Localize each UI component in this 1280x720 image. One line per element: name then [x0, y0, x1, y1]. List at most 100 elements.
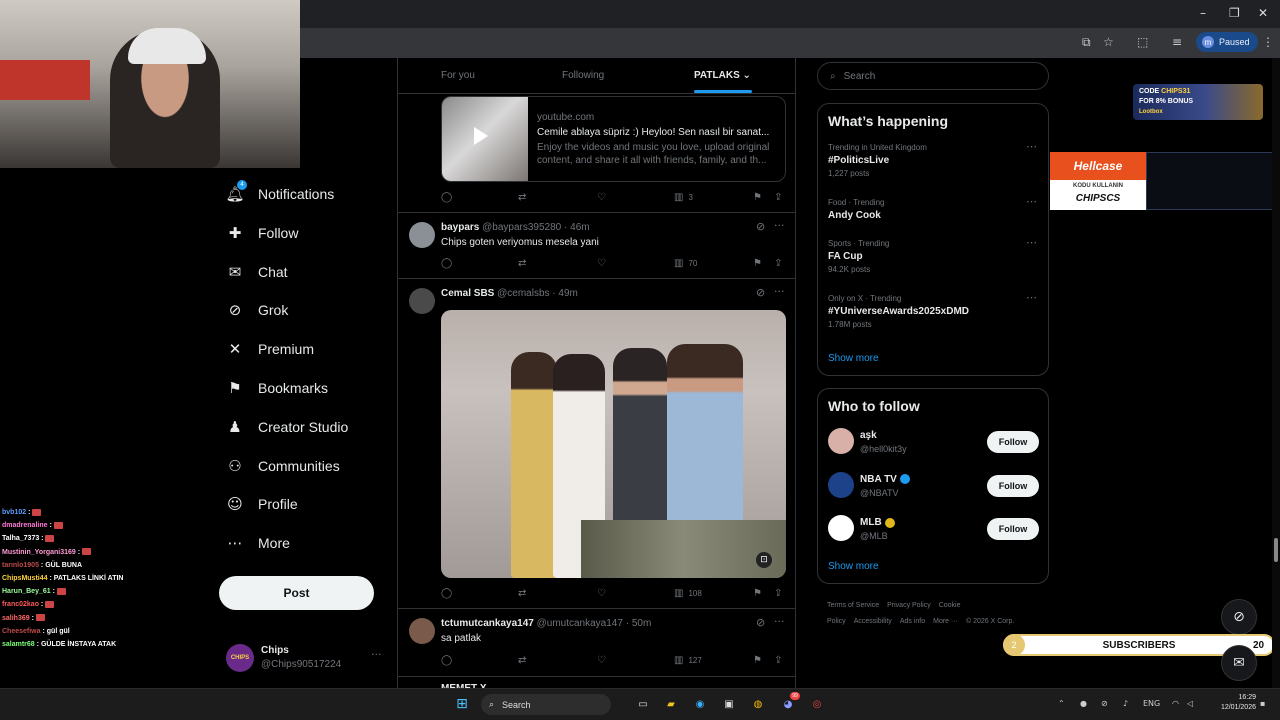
star-icon[interactable]: ☆ — [1103, 35, 1114, 49]
more-icon[interactable]: ⋯ — [1026, 236, 1037, 249]
nav-item-profile[interactable]: ☺ Profile — [226, 489, 298, 519]
bookmark-icon[interactable]: ⚑ — [753, 192, 762, 203]
link-card[interactable]: youtube.com Cemile ablaya süpriz :) Heyl… — [441, 96, 786, 182]
grok-icon[interactable]: ⊘ — [756, 220, 765, 233]
share-icon[interactable]: ⇪ — [774, 192, 782, 203]
tweet-photo[interactable]: ⊡ — [441, 310, 786, 578]
share-icon[interactable]: ⇪ — [774, 258, 782, 269]
views-button[interactable]: ▥ 70 — [674, 258, 697, 269]
more-icon[interactable]: ··· — [774, 219, 785, 232]
tab-patlaks[interactable]: PATLAKS ⌄ — [694, 70, 751, 81]
tray-network-icon[interactable]: ⊘ — [1101, 699, 1108, 708]
trend-item[interactable]: Only on X · Trending #YUniverseAwards2025… — [828, 291, 1040, 329]
grok-icon[interactable]: ⊘ — [1221, 599, 1257, 635]
footer-link[interactable]: © 2026 X Corp. — [966, 618, 1014, 625]
microphone-icon[interactable]: ♪ — [1123, 699, 1128, 708]
taskbar-search[interactable]: ⌕ Search — [481, 694, 611, 715]
language-indicator[interactable]: ENG — [1143, 699, 1160, 708]
bookmark-icon[interactable]: ⚑ — [753, 588, 762, 599]
more-icon[interactable]: ⋯ — [1026, 291, 1037, 304]
tab-following[interactable]: Following — [562, 70, 604, 81]
reply-icon[interactable]: ◯ — [441, 588, 452, 599]
nav-item-creator-studio[interactable]: ♟ Creator Studio — [226, 412, 348, 442]
reply-icon[interactable]: ◯ — [441, 258, 452, 269]
close-icon[interactable]: ✕ — [1258, 6, 1268, 20]
chrome-icon[interactable]: ◍ — [748, 694, 768, 714]
reply-icon[interactable]: ◯ — [441, 192, 452, 203]
footer-link[interactable]: Accessibility — [854, 618, 892, 625]
task-view-icon[interactable]: ▭ — [633, 694, 653, 714]
reply-icon[interactable]: ◯ — [441, 655, 452, 666]
footer-link[interactable]: Privacy Policy — [887, 602, 931, 609]
trend-item[interactable]: Trending in United Kingdom #PoliticsLive 1… — [828, 140, 1040, 178]
like-icon[interactable]: ♡ — [597, 655, 606, 666]
search-input[interactable]: ⌕ Search — [817, 62, 1049, 90]
follow-button[interactable]: Follow — [987, 474, 1039, 497]
clock[interactable]: 16:29 12/01/2026 — [1204, 693, 1256, 713]
minimize-icon[interactable]: – — [1200, 6, 1206, 20]
bookmark-icon[interactable]: ⚑ — [753, 258, 762, 269]
views-button[interactable]: ▥ 3 — [674, 192, 693, 203]
more-icon[interactable]: ⋯ — [1026, 140, 1037, 153]
share-icon[interactable]: ⇪ — [774, 655, 782, 666]
nav-item-grok[interactable]: ⊘ Grok — [226, 295, 289, 325]
follow-suggestion[interactable]: NBA TV @NBATV Follow — [828, 471, 1040, 502]
post-button[interactable]: Post — [219, 576, 374, 610]
wifi-icon[interactable]: ◠ — [1172, 699, 1179, 708]
nav-item-chat[interactable]: ✉ Chat — [226, 257, 288, 287]
retweet-icon[interactable]: ⇄ — [518, 655, 526, 666]
nav-item-notifications[interactable]: 🔔︎ Notifications — [225, 179, 334, 209]
scrollbar[interactable] — [1272, 58, 1280, 688]
browser-menu-icon[interactable]: ⋮ — [1262, 35, 1274, 49]
account-switcher[interactable]: CHIPS Chips @Chips90517224 ··· — [226, 642, 386, 676]
trend-item[interactable]: Sports · Trending FA Cup 94.2K posts ⋯ — [828, 236, 1040, 274]
follow-suggestion[interactable]: aşk @hell0kit3y Follow — [828, 428, 1040, 458]
profile-paused-button[interactable]: m Paused — [1196, 32, 1258, 52]
edge-icon[interactable]: ◉ — [690, 694, 710, 714]
tweet[interactable]: tctumutcankaya147 @umutcankaya147 · 50m … — [398, 609, 795, 675]
store-icon[interactable]: ▣ — [719, 694, 739, 714]
notification-center-icon[interactable]: ▪ — [1260, 699, 1265, 708]
nav-item-premium[interactable]: ✕ Premium — [226, 334, 314, 364]
scrollbar-thumb[interactable] — [1274, 538, 1278, 562]
tab-for-you[interactable]: For you — [441, 70, 475, 81]
show-more-link[interactable]: Show more — [828, 353, 879, 364]
tray-chevron-icon[interactable]: ⌃ — [1058, 699, 1065, 708]
bookmark-icon[interactable]: ⚑ — [753, 655, 762, 666]
volume-icon[interactable]: ◁ — [1187, 699, 1193, 708]
follow-button[interactable]: Follow — [987, 431, 1039, 453]
footer-link[interactable]: Terms of Service — [827, 602, 879, 609]
follow-suggestion[interactable]: MLB @MLB Follow — [828, 515, 1040, 545]
extensions-icon[interactable]: ⬚ — [1137, 35, 1148, 49]
retweet-icon[interactable]: ⇄ — [518, 258, 526, 269]
reading-list-icon[interactable]: ≡ — [1172, 35, 1182, 49]
share-icon[interactable]: ⇪ — [774, 588, 782, 599]
nav-item-follow[interactable]: ✚ Follow — [226, 218, 299, 248]
nav-item-communities[interactable]: ⚇ Communities — [226, 451, 339, 481]
messages-icon[interactable]: ✉ — [1221, 645, 1257, 681]
views-button[interactable]: ▥ 127 — [674, 655, 702, 666]
install-app-icon[interactable]: ⧉ — [1082, 35, 1091, 50]
nav-item-more[interactable]: ⋯ More — [226, 528, 290, 558]
like-icon[interactable]: ♡ — [597, 192, 606, 203]
more-icon[interactable]: ··· — [774, 285, 785, 298]
follow-button[interactable]: Follow — [987, 518, 1039, 540]
grok-icon[interactable]: ⊘ — [756, 286, 765, 299]
footer-link[interactable]: More ··· — [933, 618, 958, 625]
file-explorer-icon[interactable]: ▰ — [661, 694, 681, 714]
grok-icon[interactable]: ⊘ — [756, 616, 765, 629]
footer-link[interactable]: Ads info — [900, 618, 925, 625]
trend-item[interactable]: Food · Trending Andy Cook ⋯ — [828, 195, 1040, 221]
tweet[interactable]: baypars @baypars395280 · 46m ⊘ ··· Chips… — [398, 213, 795, 277]
more-icon[interactable]: ··· — [774, 615, 785, 628]
like-icon[interactable]: ♡ — [597, 588, 606, 599]
retweet-icon[interactable]: ⇄ — [518, 588, 526, 599]
more-icon[interactable]: ⋯ — [1026, 195, 1037, 208]
restore-icon[interactable]: ❐ — [1229, 6, 1240, 20]
windows-start-icon[interactable]: ⊞ — [452, 694, 472, 714]
nav-item-bookmarks[interactable]: ⚑ Bookmarks — [226, 373, 328, 403]
retweet-icon[interactable]: ⇄ — [518, 192, 526, 203]
tray-app-icon[interactable]: ● — [1080, 699, 1087, 708]
account-more-icon[interactable]: ··· — [371, 648, 382, 661]
app-icon[interactable]: ◎ — [807, 694, 827, 714]
